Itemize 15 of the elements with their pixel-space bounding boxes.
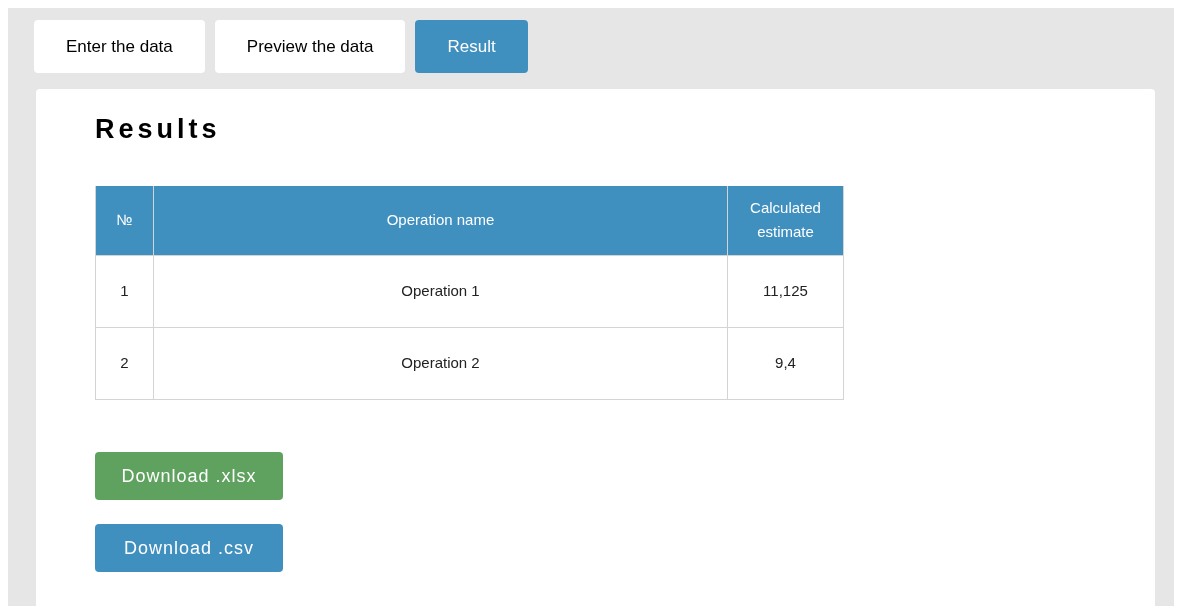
tab[interactable]: Enter the data [34,20,205,73]
download-button[interactable]: Download .csv [95,524,283,572]
column-header: Calculated estimate [727,185,844,256]
table-cell: 11,125 [727,255,844,328]
tab[interactable]: Preview the data [214,20,406,73]
column-header: Operation name [153,185,728,256]
table-cell: Operation 1 [153,255,728,328]
table-cell: 1 [95,255,154,328]
column-header: № [95,185,154,256]
table-cell: Operation 2 [153,327,728,400]
page-title: Results [95,113,222,146]
tab[interactable]: Result [415,20,528,73]
table-cell: 2 [95,327,154,400]
table-cell: 9,4 [727,327,844,400]
download-button[interactable]: Download .xlsx [95,452,283,500]
